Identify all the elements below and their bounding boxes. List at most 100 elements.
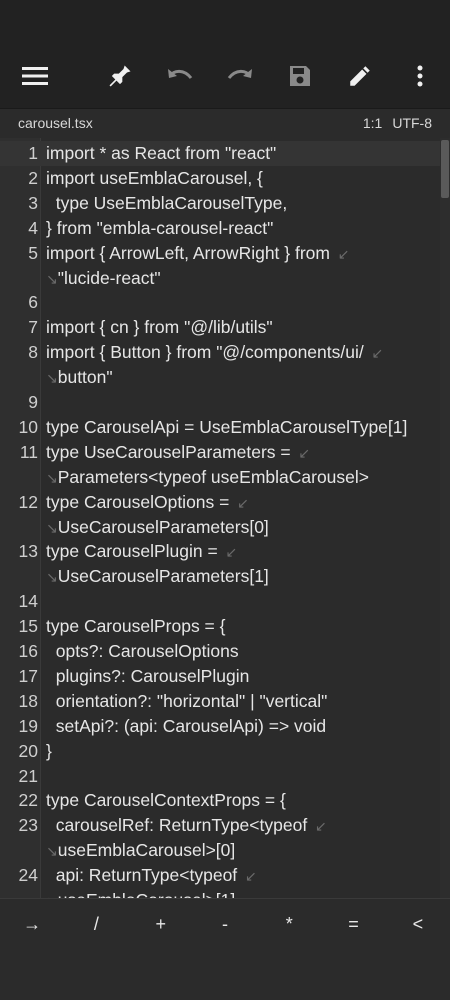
code-line[interactable]: 5 import { ArrowLeft, ArrowRight } from ↙ (0, 241, 440, 266)
line-number: 1 (28, 143, 38, 163)
code-text: type CarouselPlugin = ↙ (46, 541, 238, 562)
code-text: import { cn } from "@/lib/utils" (46, 317, 273, 338)
line-number: 19 (18, 715, 38, 736)
save-icon[interactable] (280, 56, 320, 96)
code-line[interactable]: ↘"lucide-react" (0, 266, 440, 291)
code-line[interactable]: 6 (0, 290, 440, 315)
navigation-area (0, 948, 450, 1000)
redo-icon[interactable] (220, 56, 260, 96)
code-line[interactable]: 19 setApi?: (api: CarouselApi) => void (0, 714, 440, 739)
code-line[interactable]: 3 type UseEmblaCarouselType, (0, 191, 440, 216)
code-line[interactable]: 10 type CarouselApi = UseEmblaCarouselTyp… (0, 415, 440, 440)
code-text: ↘useEmblaCarousel>[0] (46, 840, 236, 861)
scrollbar-thumb[interactable] (441, 140, 449, 198)
extra-key[interactable]: < (390, 914, 446, 935)
code-text: ↘"lucide-react" (46, 267, 161, 288)
code-line[interactable]: 22 type CarouselContextProps = { (0, 788, 440, 813)
extra-key[interactable]: = (326, 914, 382, 935)
extra-key[interactable]: / (68, 914, 124, 935)
line-number: 7 (28, 317, 38, 338)
code-line[interactable]: ↘useEmblaCarousel>[1] (0, 888, 440, 898)
code-line[interactable]: ↘useEmblaCarousel>[0] (0, 838, 440, 863)
code-line[interactable]: 18 orientation?: "horizontal" | "vertica… (0, 689, 440, 714)
wrap-icon: ↙ (229, 494, 249, 511)
line-number: 17 (18, 665, 38, 686)
code-line[interactable]: 15 type CarouselProps = { (0, 614, 440, 639)
code-line[interactable]: 2 import useEmblaCarousel, { (0, 166, 440, 191)
pin-icon[interactable] (100, 56, 140, 96)
code-line[interactable]: 20} (0, 739, 440, 764)
code-line[interactable]: 4 } from "embla-carousel-react" (0, 216, 440, 241)
line-number: 3 (28, 192, 38, 213)
code-text: type CarouselContextProps = { (46, 790, 286, 811)
line-number: 18 (18, 690, 38, 711)
line-number: 16 (18, 641, 38, 661)
extra-keys-bar: → / + - * = < (0, 898, 450, 949)
code-text: import useEmblaCarousel, { (46, 167, 263, 188)
cursor-position: 1:1 (362, 115, 383, 131)
file-encoding: UTF-8 (392, 115, 432, 131)
code-text: ↘UseCarouselParameters[1] (46, 566, 269, 587)
status-bar (0, 0, 450, 44)
file-name: carousel.tsx (18, 115, 93, 131)
code-line[interactable]: 8 import { Button } from "@/components/ui… (0, 340, 440, 365)
line-number: 22 (18, 790, 38, 811)
wrap-icon: ↙ (363, 345, 384, 362)
code-line[interactable]: ↘button" (0, 365, 440, 390)
code-line[interactable]: 1 import * as React from "react" (0, 141, 440, 166)
wrap-icon: ↙ (307, 818, 327, 835)
code-line[interactable]: ↘UseCarouselParameters[0] (0, 515, 440, 540)
extra-key[interactable]: - (197, 914, 253, 935)
code-line[interactable]: 11 type UseCarouselParameters = ↙ (0, 440, 440, 465)
code-text: } (46, 740, 52, 761)
code-text: type UseCarouselParameters = ↙ (46, 441, 311, 462)
edit-icon[interactable] (340, 56, 380, 96)
more-icon[interactable] (400, 56, 440, 96)
wrap-continue-icon: ↘ (46, 370, 58, 387)
line-number: 2 (28, 167, 38, 188)
wrap-continue-icon: ↘ (46, 270, 58, 287)
code-text: type CarouselApi = UseEmblaCarouselType[… (46, 416, 408, 437)
extra-key[interactable]: + (133, 914, 189, 935)
code-text: type CarouselProps = { (46, 616, 226, 637)
line-number: 15 (18, 616, 38, 637)
code-text: ↘Parameters<typeof useEmblaCarousel> (46, 466, 370, 487)
code-text: } from "embla-carousel-react" (46, 217, 274, 238)
toolbar (0, 44, 450, 108)
code-line[interactable]: 12 type CarouselOptions = ↙ (0, 490, 440, 515)
code-line[interactable]: 21 (0, 764, 440, 789)
line-number: 4 (28, 217, 38, 238)
code-text: carouselRef: ReturnType<typeof ↙ (46, 815, 327, 836)
code-text: import { ArrowLeft, ArrowRight } from ↙ (46, 242, 350, 263)
line-number: 24 (18, 865, 38, 886)
code-line[interactable]: ↘UseCarouselParameters[1] (0, 564, 440, 589)
undo-icon[interactable] (160, 56, 200, 96)
extra-key[interactable]: * (261, 914, 317, 935)
code-text: setApi?: (api: CarouselApi) => void (46, 715, 327, 736)
wrap-continue-icon: ↘ (46, 519, 58, 536)
file-info-bar: carousel.tsx 1:1 UTF-8 (0, 108, 450, 137)
code-editor[interactable]: 1 import * as React from "react" 2 import u… (0, 138, 450, 898)
code-line[interactable]: 24 api: ReturnType<typeof ↙ (0, 863, 440, 888)
code-line[interactable]: 7 import { cn } from "@/lib/utils" (0, 315, 440, 340)
line-number: 12 (18, 491, 38, 512)
code-line[interactable]: 17 plugins?: CarouselPlugin (0, 664, 440, 689)
code-text: type CarouselOptions = ↙ (46, 491, 249, 512)
code-text: opts?: CarouselOptions (46, 641, 239, 661)
menu-icon[interactable] (15, 56, 55, 96)
code-text: ↘UseCarouselParameters[0] (46, 516, 269, 537)
code-line[interactable]: ↘Parameters<typeof useEmblaCarousel> (0, 465, 440, 490)
line-number: 6 (28, 292, 38, 313)
code-line[interactable]: 13 type CarouselPlugin = ↙ (0, 539, 440, 564)
line-number: 21 (18, 765, 38, 786)
line-number: 8 (28, 342, 38, 363)
code-line[interactable]: 23 carouselRef: ReturnType<typeof ↙ (0, 813, 440, 838)
editor-scrollbar[interactable] (440, 138, 450, 898)
code-text: plugins?: CarouselPlugin (46, 665, 250, 686)
extra-key[interactable]: → (4, 914, 60, 935)
code-line[interactable]: 9 (0, 390, 440, 415)
code-line[interactable]: 16 opts?: CarouselOptions (0, 639, 440, 664)
line-number: 9 (28, 392, 38, 412)
line-number: 10 (18, 416, 38, 437)
code-line[interactable]: 14 (0, 589, 440, 614)
